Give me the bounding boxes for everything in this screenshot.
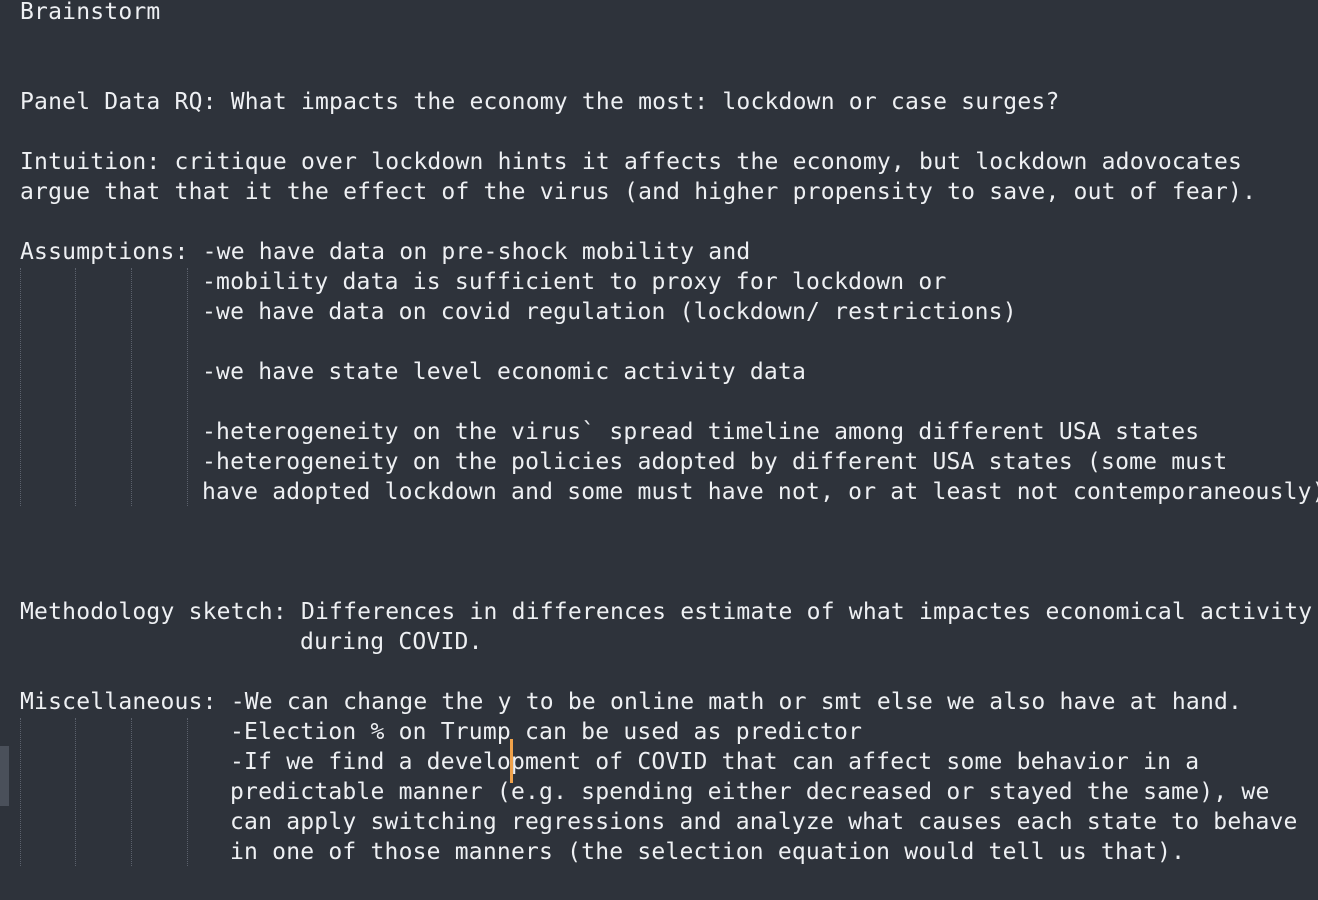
text-editor[interactable]: Brainstorm Panel Data RQ: What impacts t… — [0, 0, 1318, 900]
current-line-gutter-marker — [0, 746, 9, 806]
text-line: -heterogeneity on the policies adopted b… — [202, 449, 1228, 475]
indent-guide — [75, 268, 76, 506]
text-line: -If we find a development of COVID that … — [230, 749, 1200, 775]
text-line: -mobility data is sufficient to proxy fo… — [202, 269, 947, 295]
text-line: during COVID. — [300, 629, 483, 655]
text-line: Intuition: critique over lockdown hints … — [20, 149, 1243, 175]
indent-guide — [75, 718, 76, 866]
text-line: Panel Data RQ: What impacts the economy … — [20, 89, 1060, 115]
text-line: Miscellaneous: -We can change the y to b… — [20, 689, 1243, 715]
text-line: Methodology sketch: Differences in diffe… — [20, 599, 1313, 625]
text-line: -we have data on covid regulation (lockd… — [202, 299, 1017, 325]
indent-guide — [20, 268, 21, 506]
text-line: Brainstorm — [20, 0, 161, 25]
text-line: have adopted lockdown and some must have… — [202, 479, 1318, 505]
indent-guide — [20, 718, 21, 866]
text-line: in one of those manners (the selection e… — [230, 839, 1186, 865]
text-line: Assumptions: -we have data on pre-shock … — [20, 239, 751, 265]
text-cursor — [510, 739, 513, 783]
text-line: -Election % on Trump can be used as pred… — [230, 719, 863, 745]
text-line: predictable manner (e.g. spending either… — [230, 779, 1270, 805]
indent-guide — [131, 718, 132, 866]
indent-guide — [131, 268, 132, 506]
text-line: argue that that it the effect of the vir… — [20, 179, 1257, 205]
text-line: -heterogeneity on the virus` spread time… — [202, 419, 1200, 445]
indent-guide — [187, 718, 188, 866]
text-line: can apply switching regressions and anal… — [230, 809, 1298, 835]
indent-guide — [187, 268, 188, 506]
text-line: -we have state level economic activity d… — [202, 359, 807, 385]
